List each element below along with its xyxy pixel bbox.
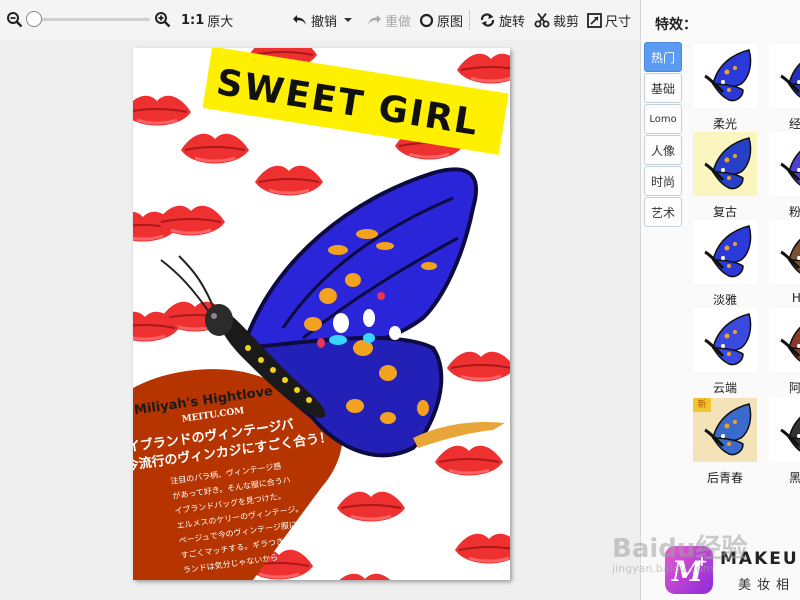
effect-name: 云端: [712, 381, 737, 395]
effect-thumbnail: [693, 220, 757, 284]
zoom-out-button[interactable]: [6, 10, 24, 30]
resize-button[interactable]: 尺寸: [587, 10, 631, 30]
canvas-area: SWEET GIRL Miliyah's Hightlove MEITU.COM…: [0, 40, 640, 600]
effect-thumbnail: [693, 132, 757, 196]
toolbar: 1:1 原大 撤销 重做 原图 旋转 裁剪 尺寸: [0, 0, 640, 40]
actual-size-ratio: 1:1: [181, 12, 205, 28]
new-badge: 新: [693, 398, 711, 412]
resize-icon: [587, 12, 602, 28]
effect-item[interactable]: 柔光: [687, 44, 759, 132]
redo-icon: [368, 15, 381, 25]
crop-label: 裁剪: [553, 14, 580, 30]
undo-button[interactable]: 撤销: [292, 10, 353, 30]
effect-name: 阿宝: [788, 381, 800, 395]
zoom-slider-track[interactable]: [34, 18, 150, 21]
effect-item[interactable]: 云端: [687, 308, 759, 396]
tab-fashion[interactable]: 时尚: [644, 166, 682, 196]
tab-portrait[interactable]: 人像: [644, 135, 682, 165]
tab-lomo[interactable]: Lomo: [644, 104, 682, 134]
zoom-out-icon: [7, 12, 23, 28]
original-button[interactable]: 原图: [419, 10, 463, 30]
undo-label: 撤销: [311, 14, 338, 30]
original-icon: [419, 13, 434, 27]
zoom-in-icon: [155, 12, 171, 28]
rotate-button[interactable]: 旋转: [479, 10, 525, 30]
effect-name: 柔光: [712, 117, 737, 131]
toolbar-divider: [469, 11, 470, 29]
actual-size-button[interactable]: 1:1 原大: [181, 10, 233, 30]
effect-item[interactable]: 复古: [687, 132, 759, 220]
effect-item[interactable]: 新后青春: [687, 398, 759, 486]
effect-item[interactable]: 阿宝: [763, 308, 800, 396]
undo-dropdown-icon[interactable]: [343, 16, 353, 24]
zoom-in-button[interactable]: [154, 10, 172, 30]
tab-hot[interactable]: 热门: [644, 42, 682, 72]
effect-name: 经典: [788, 117, 800, 131]
effect-thumbnail: [769, 398, 800, 462]
baidu-watermark: Baidu经验: [612, 534, 748, 564]
poster-image: SWEET GIRL Miliyah's Hightlove MEITU.COM…: [133, 48, 510, 580]
effects-panel: 特效： 热门 基础 Lomo 人像 时尚 艺术 柔光 经典复古 粉红淡雅 HD 云端 阿宝…: [640, 0, 800, 600]
effect-thumbnail: [693, 308, 757, 372]
redo-button[interactable]: 重做: [366, 10, 411, 30]
effect-name: 粉红: [788, 205, 800, 219]
rotate-icon: [480, 13, 495, 27]
zoom-slider-thumb[interactable]: [26, 11, 42, 27]
photo-preview[interactable]: SWEET GIRL Miliyah's Hightlove MEITU.COM…: [133, 48, 510, 580]
meitu-editor-window: 1:1 原大 撤销 重做 原图 旋转 裁剪 尺寸 SWEET GIRL Mili…: [0, 0, 800, 600]
effect-thumbnail: [769, 132, 800, 196]
actual-size-label: 原大: [207, 14, 234, 30]
effect-item[interactable]: 黑白: [763, 398, 800, 486]
resize-label: 尺寸: [605, 14, 632, 30]
redo-label: 重做: [385, 14, 412, 30]
effect-thumbnail: [769, 308, 800, 372]
effects-title: 特效：: [655, 17, 697, 33]
effect-item[interactable]: HD: [763, 220, 800, 308]
rotate-label: 旋转: [499, 14, 526, 30]
crop-button[interactable]: 裁剪: [534, 10, 579, 30]
effect-name: HD: [791, 291, 800, 305]
effect-name: 黑白: [788, 471, 800, 485]
effect-name: 复古: [712, 205, 737, 219]
effect-item[interactable]: 经典: [763, 44, 800, 132]
effect-thumbnail: [769, 44, 800, 108]
baidu-watermark-url: jingyan.baidu.com: [612, 562, 714, 575]
effect-item[interactable]: 粉红: [763, 132, 800, 220]
original-label: 原图: [437, 14, 464, 30]
scissors-icon: [534, 12, 550, 28]
effect-thumbnail: [769, 220, 800, 284]
effect-name: 淡雅: [712, 293, 737, 307]
logo-chinese: 美妆相: [738, 578, 796, 593]
tab-art[interactable]: 艺术: [644, 197, 682, 227]
effect-item[interactable]: 淡雅: [687, 220, 759, 308]
effect-thumbnail: [693, 44, 757, 108]
undo-icon: [293, 15, 306, 25]
effect-name: 后青春: [706, 471, 743, 485]
tab-basic[interactable]: 基础: [644, 73, 682, 103]
